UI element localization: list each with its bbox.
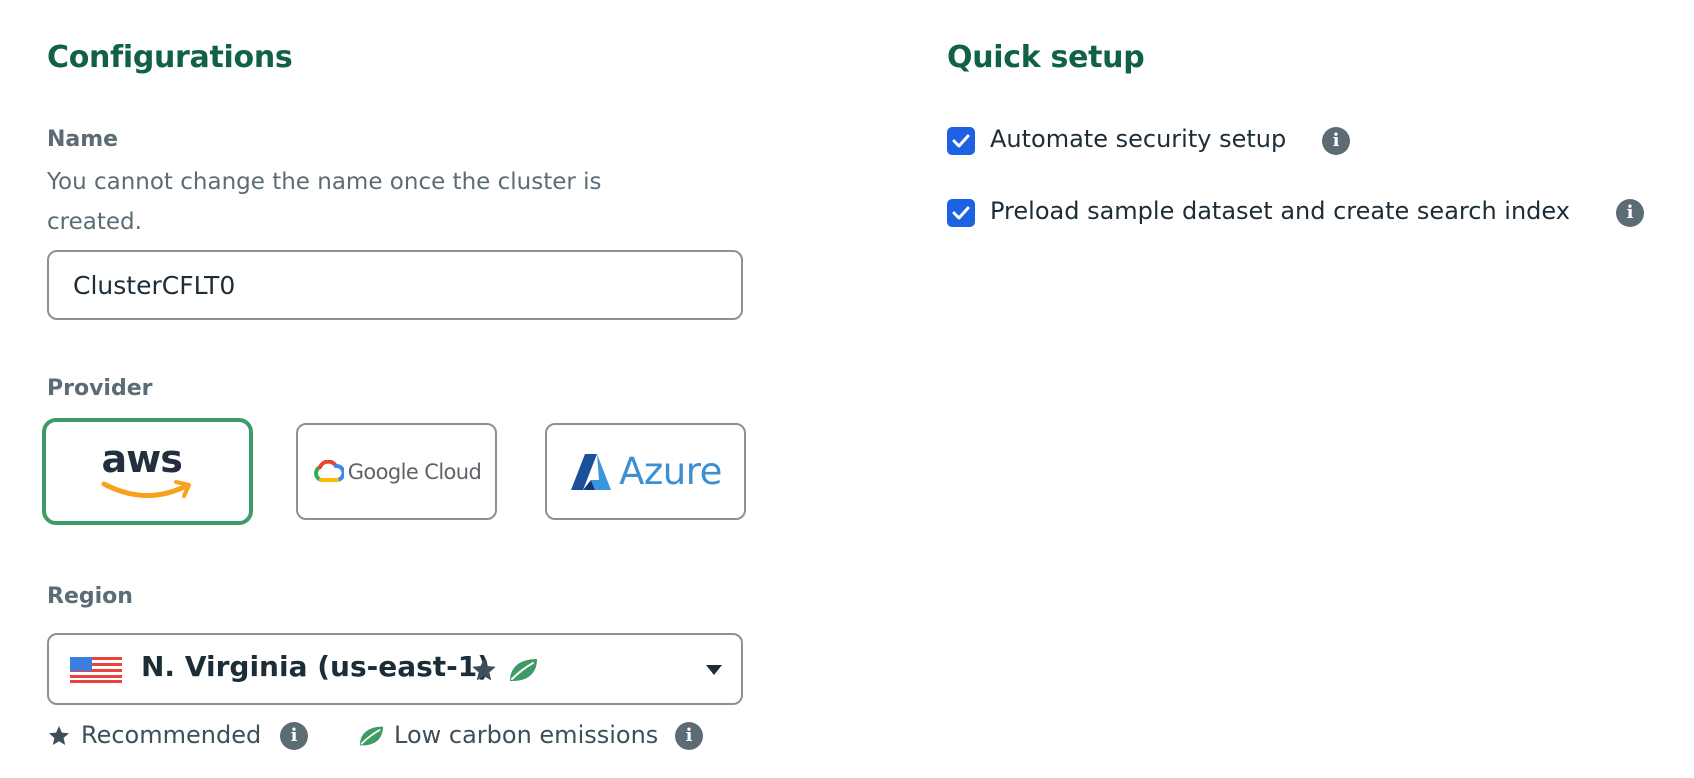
recommended-star-icon (49, 726, 69, 745)
region-selected-value: N. Virginia (us-east-1) (141, 650, 491, 683)
name-label: Name (47, 127, 119, 152)
low-carbon-legend-label: Low carbon emissions (394, 721, 659, 749)
configurations-title: Configurations (47, 40, 293, 75)
aws-logo-icon: aws (98, 440, 198, 504)
cluster-name-value: ClusterCFLT0 (73, 270, 236, 300)
quick-setup-title: Quick setup (947, 40, 1145, 75)
preload-dataset-checkbox[interactable] (947, 199, 975, 227)
google-cloud-logo-text: Google Cloud (347, 459, 482, 484)
provider-label: Provider (47, 376, 153, 401)
low-carbon-leaf-icon (359, 726, 383, 746)
check-icon (952, 206, 970, 220)
preload-dataset-info-icon[interactable]: i (1616, 199, 1644, 227)
region-label: Region (47, 584, 133, 609)
aws-smile-icon (101, 479, 191, 498)
cluster-name-input[interactable]: ClusterCFLT0 (47, 250, 743, 320)
automate-security-checkbox[interactable] (947, 127, 975, 155)
star-icon (472, 658, 496, 681)
chevron-down-icon (706, 665, 722, 675)
provider-azure-button[interactable]: Azure (545, 423, 746, 520)
low-carbon-info-icon[interactable]: i (675, 722, 703, 750)
region-select[interactable]: N. Virginia (us-east-1) (47, 633, 743, 705)
azure-logo-text: Azure (619, 450, 722, 493)
provider-aws-button[interactable]: aws (42, 418, 253, 525)
preload-dataset-label: Preload sample dataset and create search… (990, 197, 1570, 225)
automate-security-label: Automate security setup (990, 125, 1287, 153)
provider-google-cloud-button[interactable]: Google Cloud (296, 423, 497, 520)
aws-logo-text: aws (101, 436, 183, 481)
recommended-info-icon[interactable]: i (280, 722, 308, 750)
recommended-legend-label: Recommended (81, 721, 262, 749)
us-flag-icon (70, 657, 122, 683)
automate-security-info-icon[interactable]: i (1322, 127, 1350, 155)
google-cloud-logo-icon (313, 459, 344, 482)
azure-logo-icon (571, 453, 612, 490)
leaf-icon (510, 659, 537, 681)
name-help-text: You cannot change the name once the clus… (47, 169, 602, 235)
check-icon (952, 134, 970, 148)
